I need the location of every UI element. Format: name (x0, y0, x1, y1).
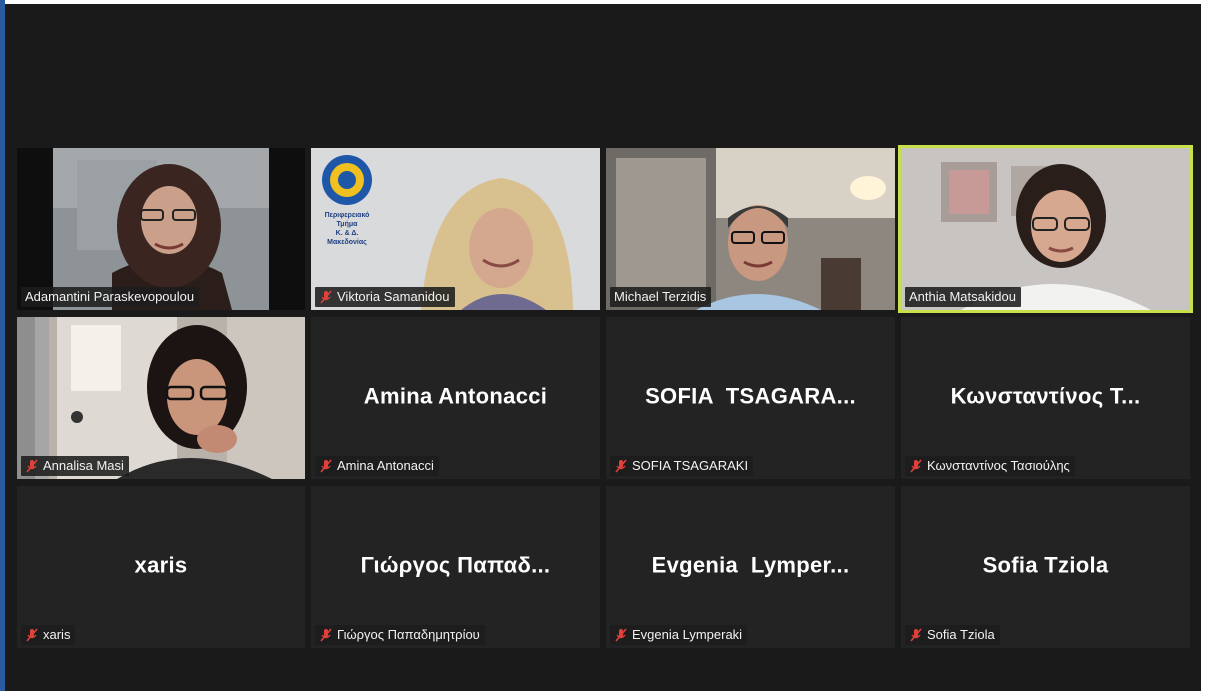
participant-video (901, 148, 1190, 310)
participant-name-tag: Κωνσταντίνος Τασιούλης (905, 456, 1075, 476)
participant-display-name: xaris (134, 552, 188, 578)
participant-name: Michael Terzidis (614, 289, 707, 304)
participant-name-tag: Viktoria Samanidou (315, 287, 455, 307)
microphone-muted-icon (615, 627, 627, 642)
participant-name: Anthia Matsakidou (909, 289, 1016, 304)
participant-name-tag: Γιώργος Παπαδημητρίου (315, 625, 485, 645)
participant-name: Adamantini Paraskevopoulou (25, 289, 195, 304)
participant-video (17, 148, 305, 310)
participant-display-name: Sofia Tziola (982, 552, 1109, 578)
participant-tile-anthia[interactable]: Anthia Matsakidou (898, 145, 1193, 313)
logo-text: Περιφερειακό Τμήμα (324, 212, 370, 228)
participant-tile-sofia-tziola[interactable]: Sofia Tziola Sofia Tziola (901, 486, 1190, 648)
participant-tile-annalisa[interactable]: Annalisa Masi (17, 317, 305, 479)
logo-text: Μακεδονίας (327, 239, 367, 246)
microphone-muted-icon (320, 627, 332, 642)
participant-name-tag: SOFIA TSAGARAKI (610, 456, 754, 476)
microphone-muted-icon (910, 627, 922, 642)
microphone-muted-icon (26, 627, 38, 642)
participant-name-tag: Anthia Matsakidou (905, 287, 1021, 307)
participant-name: Amina Antonacci (337, 458, 434, 473)
participant-display-name: Evgenia Lymper... (651, 552, 850, 578)
participant-name: Annalisa Masi (43, 458, 124, 473)
participant-tile-evgenia[interactable]: Evgenia Lymper... Evgenia Lymperaki (606, 486, 895, 648)
organization-logo: Περιφερειακό Τμήμα Κ. & Δ. Μακεδονίας (317, 154, 377, 246)
participant-name: xaris (43, 627, 71, 642)
participant-display-name: Κωνσταντίνος Τ... (950, 383, 1141, 409)
participant-tile-viktoria[interactable]: Περιφερειακό Τμήμα Κ. & Δ. Μακεδονίας Vi… (311, 148, 600, 310)
participant-name-tag: Adamantini Paraskevopoulou (21, 287, 200, 307)
participant-name-tag: Michael Terzidis (610, 287, 712, 307)
participant-video (17, 317, 305, 479)
participant-name-tag: xaris (21, 625, 76, 645)
microphone-muted-icon (910, 458, 922, 473)
participant-name: Viktoria Samanidou (337, 289, 450, 304)
participant-tile-giorgos[interactable]: Γιώργος Παπαδ... Γιώργος Παπαδημητρίου (311, 486, 600, 648)
participant-name: SOFIA TSAGARAKI (632, 458, 749, 473)
logo-text: Κ. & Δ. (335, 230, 359, 237)
participant-name-tag: Sofia Tziola (905, 625, 1000, 645)
participant-tile-michael[interactable]: Michael Terzidis (606, 148, 895, 310)
microphone-muted-icon (26, 458, 38, 473)
participant-tile-amina[interactable]: Amina Antonacci Amina Antonacci (311, 317, 600, 479)
microphone-muted-icon (320, 289, 332, 304)
participant-display-name: SOFIA TSAGARA... (645, 383, 856, 409)
participant-display-name: Amina Antonacci (363, 383, 548, 409)
participant-name-tag: Annalisa Masi (21, 456, 129, 476)
microphone-muted-icon (320, 458, 332, 473)
participant-tile-sofia-tsagaraki[interactable]: SOFIA TSAGARA... SOFIA TSAGARAKI (606, 317, 895, 479)
participant-display-name: Γιώργος Παπαδ... (360, 552, 551, 578)
microphone-muted-icon (615, 458, 627, 473)
participant-name: Κωνσταντίνος Τασιούλης (927, 458, 1070, 473)
participant-name-tag: Evgenia Lymperaki (610, 625, 748, 645)
participant-tile-adamantini[interactable]: Adamantini Paraskevopoulou (17, 148, 305, 310)
participant-name-tag: Amina Antonacci (315, 456, 439, 476)
participant-tile-xaris[interactable]: xaris xaris (17, 486, 305, 648)
meeting-gallery-view: Adamantini Paraskevopoulou Περιφερειακό … (5, 4, 1201, 691)
participant-name: Sofia Tziola (927, 627, 995, 642)
participant-video (606, 148, 895, 310)
participant-tile-konstantinos[interactable]: Κωνσταντίνος Τ... Κωνσταντίνος Τασιούλης (901, 317, 1190, 479)
participant-name: Γιώργος Παπαδημητρίου (337, 627, 480, 642)
participant-name: Evgenia Lymperaki (632, 627, 743, 642)
